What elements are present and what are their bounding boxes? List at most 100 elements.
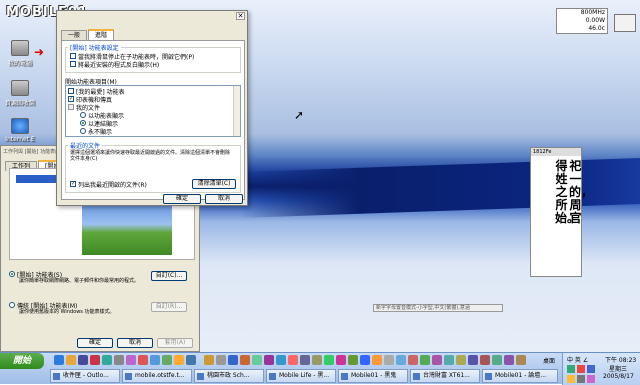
quicklaunch-app7-icon[interactable] [162, 355, 172, 365]
vertical-text-window: 1812Fe 得姓之所始。 祀一的，周官 [530, 147, 594, 277]
quicklaunch-app32-icon[interactable] [468, 355, 478, 365]
desktop: MOBILE01 800MHz 0.00W 46.0c 我的電腦 資源回收筒 I… [0, 0, 640, 366]
checkbox-box[interactable] [70, 53, 76, 59]
tray-app-icon[interactable] [577, 375, 585, 383]
clock-time[interactable]: 下午 08:23 [605, 355, 636, 364]
cancel-button[interactable]: 取消 [205, 194, 243, 204]
quicklaunch-app16-icon[interactable] [276, 355, 286, 365]
quicklaunch-app21-icon[interactable] [336, 355, 346, 365]
quicklaunch-app5-icon[interactable] [138, 355, 148, 365]
clock-day: 星期三 [609, 366, 628, 373]
back-ok-button[interactable]: 確定 [77, 338, 113, 348]
quicklaunch-app2-icon[interactable] [102, 355, 112, 365]
quicklaunch-media-icon[interactable] [78, 355, 88, 365]
quicklaunch-app29-icon[interactable] [432, 355, 442, 365]
radio-never-display[interactable]: 永不顯示 [68, 127, 238, 136]
quicklaunch-app35-icon[interactable] [504, 355, 514, 365]
checkbox-box[interactable] [68, 88, 74, 94]
quicklaunch-app18-icon[interactable] [300, 355, 310, 365]
taskbar: 開始 收件匣 - Outlo... mobile.otstfe.t... 桃園市… [0, 352, 640, 385]
quicklaunch-app27-icon[interactable] [408, 355, 418, 365]
tab-advanced[interactable]: 進階 [88, 29, 115, 40]
quicklaunch-app20-icon[interactable] [324, 355, 334, 365]
start-menu-items-list[interactable]: [我的最愛] 功能表 ✓ 印表機和傳真 我的文件 以功能表顯示 以連結顯示 永不顯… [65, 85, 241, 137]
taskbar-button-taoyuan[interactable]: 桃園市政 Sch... [194, 369, 264, 383]
system-monitor: 800MHz 0.00W 46.0c [556, 8, 608, 34]
volume-icon[interactable] [587, 365, 595, 373]
taskbar-button-mobile01-forum[interactable]: Mobile01 - 論壇... [482, 369, 558, 383]
taskbar-button-mobile-life[interactable]: Mobile Life - 黑... [266, 369, 336, 383]
radio-classic-menu[interactable] [9, 302, 15, 308]
quicklaunch-app10-icon[interactable] [204, 355, 214, 365]
network-icon[interactable] [567, 365, 575, 373]
quicklaunch-app22-icon[interactable] [348, 355, 358, 365]
start-menu-radio[interactable]: [開始] 功能表(S) 讓你簡單存取網際網路、電子郵件和你最常用的程式。 [9, 270, 149, 284]
radio-dot[interactable] [80, 112, 86, 118]
quicklaunch-app26-icon[interactable] [396, 355, 406, 365]
quicklaunch-app25-icon[interactable] [384, 355, 394, 365]
desktop-icon-recycle-bin[interactable]: 資源回收筒 [0, 80, 40, 107]
close-icon[interactable]: ✕ [236, 12, 245, 20]
clock-date: 2005/8/17 [603, 373, 634, 380]
quicklaunch-app15-icon[interactable] [264, 355, 274, 365]
customize-classic-button[interactable]: 自訂(R)... [151, 302, 187, 312]
taskbar-button-taiwan-fortune[interactable]: 台灣財富 XT61... [410, 369, 480, 383]
quicklaunch-app13-icon[interactable] [240, 355, 250, 365]
radio-dot[interactable] [80, 128, 86, 134]
quicklaunch-app9-icon[interactable] [186, 355, 196, 365]
taskbar-button-mobile-stfe[interactable]: mobile.otstfe.t... [122, 369, 192, 383]
quicklaunch-app31-icon[interactable] [456, 355, 466, 365]
radio-dot-selected[interactable] [80, 120, 86, 126]
back-apply-button[interactable]: 套用(A) [157, 338, 193, 348]
classic-menu-radio[interactable]: 傳統 [開始] 功能表(M) 讓你使用舊版本的 Windows 功能表樣式。 [9, 301, 149, 315]
quicklaunch-app24-icon[interactable] [372, 355, 382, 365]
quicklaunch-app28-icon[interactable] [420, 355, 430, 365]
desktop-icon-internet-explorer[interactable]: Internet E [0, 118, 40, 143]
quicklaunch-app34-icon[interactable] [492, 355, 502, 365]
quicklaunch-app6-icon[interactable] [150, 355, 160, 365]
checkbox-list-recent-docs[interactable]: ✓ 列出我最近開啟的文件(R) [70, 180, 147, 189]
start-menu-settings-group: [開始] 功能表設定 當我將滑鼠停止在子功能表時，開啟它們(P) 將最近安裝的程… [65, 43, 241, 73]
quicklaunch-app11-icon[interactable] [216, 355, 226, 365]
folder-icon [68, 104, 74, 110]
tray-app2-icon[interactable] [587, 375, 595, 383]
taskbar-button-outlook[interactable]: 收件匣 - Outlo... [50, 369, 120, 383]
quicklaunch-app-icon[interactable] [90, 355, 100, 365]
quicklaunch-app33-icon[interactable] [480, 355, 490, 365]
text-column-2: 祀一的，周官 [569, 159, 594, 225]
quicklaunch-folder-icon[interactable] [66, 355, 76, 365]
quicklaunch-app12-icon[interactable] [228, 355, 238, 365]
quicklaunch-app3-icon[interactable] [114, 355, 124, 365]
quicklaunch-app19-icon[interactable] [312, 355, 322, 365]
input-method-bar[interactable]: 新字字母置音模式-小字型,中文(繁體),意涵 [373, 304, 503, 312]
back-cancel-button[interactable]: 取消 [117, 338, 153, 348]
quicklaunch-app14-icon[interactable] [252, 355, 262, 365]
quicklaunch-app36-icon[interactable] [516, 355, 526, 365]
taskbar-button-mobile01-black[interactable]: Mobile01 - 黑鬼 [338, 369, 408, 383]
checkbox-highlight-new-programs[interactable]: 將最近安裝的程式反白顯示(H) [66, 60, 240, 69]
start-button[interactable]: 開始 [0, 353, 44, 369]
quicklaunch-app23-icon[interactable] [360, 355, 370, 365]
temperature: 46.0c [588, 25, 605, 32]
antivirus-icon[interactable] [577, 365, 585, 373]
clear-list-button[interactable]: 清除清單(C) [192, 179, 236, 189]
battery-icon[interactable] [567, 375, 575, 383]
checkbox-box-checked[interactable]: ✓ [68, 96, 74, 102]
list-scrollbar[interactable] [233, 86, 240, 136]
quicklaunch-ie-icon[interactable] [54, 355, 64, 365]
quicklaunch-app17-icon[interactable] [288, 355, 298, 365]
quicklaunch-app30-icon[interactable] [444, 355, 454, 365]
quicklaunch-app4-icon[interactable] [126, 355, 136, 365]
language-bar[interactable]: 中 英 ∠ [567, 355, 588, 364]
quicklaunch-app8-icon[interactable] [174, 355, 184, 365]
system-tray: 桌面 中 英 ∠ 下午 08:23 星期三 2005/8/17 [543, 353, 640, 385]
tab-general[interactable]: 一般 [61, 30, 88, 40]
desktop-label[interactable]: 桌面 [543, 356, 555, 365]
ok-button[interactable]: 確定 [163, 194, 201, 204]
power-reading: 0.00W [585, 17, 605, 24]
text-column-1: 得姓之所始。 [555, 159, 580, 225]
checkbox-box[interactable] [70, 61, 76, 67]
radio-start-menu[interactable] [9, 271, 15, 277]
checkbox-box-checked[interactable]: ✓ [70, 181, 76, 187]
customize-start-button[interactable]: 自訂(C)... [151, 271, 187, 281]
